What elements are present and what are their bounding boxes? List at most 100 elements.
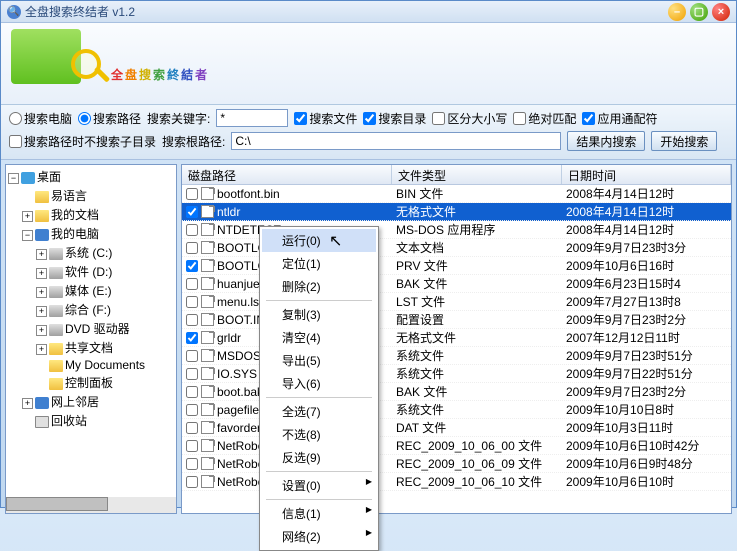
menu-network[interactable]: 网络(2)	[262, 525, 376, 548]
file-icon	[201, 313, 214, 326]
row-checkbox[interactable]	[186, 188, 198, 200]
folder-tree[interactable]: −桌面 易语言 +我的文档 −我的电脑 +系统 (C:) +软件 (D:) +媒…	[5, 164, 177, 514]
file-date: 2009年10月6日16时	[562, 257, 731, 274]
check-case[interactable]: 区分大小写	[432, 110, 507, 127]
row-checkbox[interactable]	[186, 386, 198, 398]
app-icon: 🔍	[7, 5, 21, 19]
logo	[11, 29, 111, 99]
tree-item-controlpanel[interactable]: 控制面板	[8, 373, 174, 392]
menu-invert[interactable]: 反选(9)	[262, 446, 376, 469]
start-search-button[interactable]: 开始搜索	[651, 131, 717, 151]
row-checkbox[interactable]	[186, 242, 198, 254]
file-icon	[201, 205, 214, 218]
menu-copy[interactable]: 复制(3)	[262, 303, 376, 326]
file-date: 2008年4月14日12时	[562, 221, 731, 238]
file-date: 2009年7月27日13时8	[562, 293, 731, 310]
tree-scrollbar[interactable]	[6, 497, 176, 513]
check-search-files[interactable]: 搜索文件	[294, 110, 357, 127]
row-checkbox[interactable]	[186, 458, 198, 470]
row-checkbox[interactable]	[186, 332, 198, 344]
keyword-label: 搜索关键字:	[147, 110, 210, 127]
file-date: 2009年9月7日23时51分	[562, 347, 731, 364]
search-in-results-button[interactable]: 结果内搜索	[567, 131, 645, 151]
tree-item-recycle[interactable]: 回收站	[8, 411, 174, 430]
column-date[interactable]: 日期时间	[562, 165, 731, 184]
menu-info[interactable]: 信息(1)	[262, 502, 376, 525]
row-checkbox[interactable]	[186, 476, 198, 488]
check-wildcard[interactable]: 应用通配符	[582, 110, 657, 127]
context-menu: 运行(0) 定位(1) 删除(2) 复制(3) 清空(4) 导出(5) 导入(6…	[259, 226, 379, 551]
tree-item-mycomputer[interactable]: −我的电脑	[8, 224, 174, 243]
file-icon	[201, 349, 214, 362]
tree-item-drive-c[interactable]: +系统 (C:)	[8, 243, 174, 262]
tree-item-dvd[interactable]: +DVD 驱动器	[8, 319, 174, 338]
file-type: DAT 文件	[392, 419, 562, 436]
file-icon	[201, 241, 214, 254]
keyword-input[interactable]	[216, 109, 288, 127]
tree-item-drive-d[interactable]: +软件 (D:)	[8, 262, 174, 281]
file-date: 2009年6月23日15时4	[562, 275, 731, 292]
row-checkbox[interactable]	[186, 206, 198, 218]
file-date: 2007年12月12日11时	[562, 329, 731, 346]
tree-item-drive-e[interactable]: +媒体 (E:)	[8, 281, 174, 300]
tree-item-shared[interactable]: +共享文档	[8, 338, 174, 357]
row-checkbox[interactable]	[186, 224, 198, 236]
results-header[interactable]: 磁盘路径 文件类型 日期时间	[182, 165, 731, 185]
file-icon	[201, 187, 214, 200]
menu-none[interactable]: 不选(8)	[262, 423, 376, 446]
row-checkbox[interactable]	[186, 260, 198, 272]
root-input[interactable]	[231, 132, 561, 150]
menu-export[interactable]: 导出(5)	[262, 349, 376, 372]
row-checkbox[interactable]	[186, 296, 198, 308]
row-checkbox[interactable]	[186, 278, 198, 290]
column-path[interactable]: 磁盘路径	[182, 165, 392, 184]
file-type: 配置设置	[392, 311, 562, 328]
column-type[interactable]: 文件类型	[392, 165, 562, 184]
menu-delete[interactable]: 删除(2)	[262, 275, 376, 298]
titlebar: 🔍 全盘搜索终结者 v1.2 – ▢ ×	[1, 1, 736, 23]
menu-import[interactable]: 导入(6)	[262, 372, 376, 395]
minimize-button[interactable]: –	[668, 3, 686, 21]
file-type: 系统文件	[392, 347, 562, 364]
file-icon	[201, 403, 214, 416]
file-type: MS-DOS 应用程序	[392, 221, 562, 238]
tree-item-mydocs[interactable]: +我的文档	[8, 205, 174, 224]
tree-item-desktop[interactable]: −桌面	[8, 167, 174, 186]
file-date: 2009年9月7日23时3分	[562, 239, 731, 256]
menu-locate[interactable]: 定位(1)	[262, 252, 376, 275]
tree-item-drive-f[interactable]: +综合 (F:)	[8, 300, 174, 319]
row-checkbox[interactable]	[186, 368, 198, 380]
row-checkbox[interactable]	[186, 440, 198, 452]
file-name: pagefile	[217, 403, 259, 417]
radio-search-path[interactable]: 搜索路径	[78, 110, 141, 127]
file-type: REC_2009_10_06_09 文件	[392, 455, 562, 472]
file-icon	[201, 421, 214, 434]
file-icon	[201, 385, 214, 398]
file-icon	[201, 259, 214, 272]
radio-search-computer[interactable]: 搜索电脑	[9, 110, 72, 127]
file-date: 2009年10月10日8时	[562, 401, 731, 418]
row-checkbox[interactable]	[186, 350, 198, 362]
row-checkbox[interactable]	[186, 314, 198, 326]
menu-run[interactable]: 运行(0)	[262, 229, 376, 252]
close-button[interactable]: ×	[712, 3, 730, 21]
check-no-subdirs[interactable]: 搜索路径时不搜索子目录	[9, 133, 156, 150]
check-exact[interactable]: 绝对匹配	[513, 110, 576, 127]
file-type: BAK 文件	[392, 275, 562, 292]
file-name: favorder	[217, 421, 261, 435]
tree-item-mydocuments[interactable]: My Documents	[8, 357, 174, 373]
file-name: menu.lst	[217, 295, 262, 309]
row-checkbox[interactable]	[186, 422, 198, 434]
file-date: 2009年10月6日10时42分	[562, 437, 731, 454]
tree-item-network[interactable]: +网上邻居	[8, 392, 174, 411]
tree-item-easylang[interactable]: 易语言	[8, 186, 174, 205]
table-row[interactable]: bootfont.binBIN 文件2008年4月14日12时	[182, 185, 731, 203]
maximize-button[interactable]: ▢	[690, 3, 708, 21]
menu-settings[interactable]: 设置(0)	[262, 474, 376, 497]
file-icon	[201, 223, 214, 236]
row-checkbox[interactable]	[186, 404, 198, 416]
table-row[interactable]: ntldr无格式文件2008年4月14日12时	[182, 203, 731, 221]
check-search-dirs[interactable]: 搜索目录	[363, 110, 426, 127]
menu-selectall[interactable]: 全选(7)	[262, 400, 376, 423]
menu-clear[interactable]: 清空(4)	[262, 326, 376, 349]
